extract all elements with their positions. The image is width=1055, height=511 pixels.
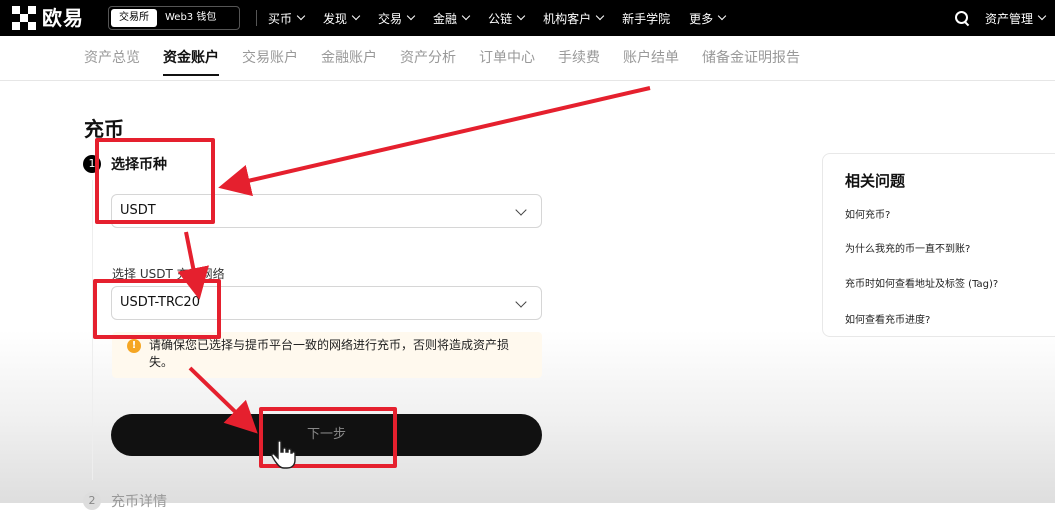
nav-label: 公链 <box>488 11 513 26</box>
tab-fees[interactable]: 手续费 <box>558 36 600 80</box>
step-1: 1 选择币种 <box>83 154 167 174</box>
chevron-down-icon <box>351 11 361 21</box>
step-label: 充币详情 <box>111 494 167 510</box>
network-select-value: USDT-TRC20 <box>120 295 200 310</box>
next-step-button[interactable]: 下一步 <box>111 414 542 456</box>
nav-finance[interactable]: 金融 <box>433 10 471 27</box>
logo[interactable]: 欧易 <box>12 6 84 30</box>
coin-select[interactable]: USDT <box>111 194 542 228</box>
nav-label: 新手学院 <box>622 11 671 26</box>
nav-trade[interactable]: 交易 <box>378 10 416 27</box>
nav-public-chain[interactable]: 公链 <box>488 10 526 27</box>
tab-funding-account[interactable]: 资金账户 <box>163 36 219 80</box>
chevron-down-icon <box>595 11 605 21</box>
tab-trading-account[interactable]: 交易账户 <box>242 36 298 80</box>
warning-icon: ! <box>127 339 141 353</box>
nav-label: 发现 <box>323 11 348 26</box>
related-title: 相关问题 <box>845 172 906 190</box>
nav-label: 更多 <box>689 11 714 26</box>
network-warning: ! 请确保您已选择与提币平台一致的网络进行充币，否则将造成资产损失。 <box>112 332 542 378</box>
main-nav: 买币 发现 交易 金融 公链 机构客户 新手学院 更多 <box>268 0 744 36</box>
nav-label: 交易 <box>378 11 403 26</box>
top-right-actions: 资产管理 <box>954 0 1047 36</box>
chevron-down-icon <box>515 296 527 308</box>
faq-link-address-and-tag[interactable]: 充币时如何查看地址及标签 (Tag)? <box>845 275 998 290</box>
account-subnav: 资产总览 资金账户 交易账户 金融账户 资产分析 订单中心 手续费 账户结单 储… <box>0 36 1055 81</box>
warning-text: 请确保您已选择与提币平台一致的网络进行充币，否则将造成资产损失。 <box>149 338 510 369</box>
nav-discover[interactable]: 发现 <box>323 10 361 27</box>
chevron-down-icon <box>515 204 527 216</box>
related-questions-panel: 相关问题 如何充币? 为什么我充的币一直不到账? 充币时如何查看地址及标签 (T… <box>822 153 1055 337</box>
step-connector <box>92 180 93 480</box>
tab-asset-analysis[interactable]: 资产分析 <box>400 36 456 80</box>
tab-asset-overview[interactable]: 资产总览 <box>84 36 140 80</box>
nav-label: 机构客户 <box>543 11 592 26</box>
asset-management-menu[interactable]: 资产管理 <box>984 10 1047 27</box>
chevron-down-icon <box>296 11 306 21</box>
okx-logo-icon <box>12 6 36 30</box>
chevron-down-icon <box>717 11 727 21</box>
nav-academy[interactable]: 新手学院 <box>622 10 670 27</box>
exchange-tab[interactable]: 交易所 <box>111 9 157 27</box>
step-number: 2 <box>83 492 101 510</box>
tab-statements[interactable]: 账户结单 <box>623 36 679 80</box>
arrow-to-network-select <box>177 231 209 300</box>
step-2: 2 充币详情 <box>83 491 167 511</box>
top-navigation-bar: 欧易 交易所 Web3 钱包 买币 发现 交易 金融 公链 机构客户 新手学院 … <box>0 0 1055 36</box>
nav-institutional[interactable]: 机构客户 <box>543 10 605 27</box>
web3-wallet-tab[interactable]: Web3 钱包 <box>157 9 224 27</box>
step-label: 选择币种 <box>111 157 167 173</box>
nav-label: 金融 <box>433 11 458 26</box>
chevron-down-icon <box>406 11 416 21</box>
step-number: 1 <box>83 155 101 173</box>
faq-link-deposit-not-arrived[interactable]: 为什么我充的币一直不到账? <box>845 240 970 255</box>
page-title: 充币 <box>84 117 124 141</box>
search-icon[interactable] <box>954 11 970 27</box>
chevron-down-icon <box>516 11 526 21</box>
brand-name: 欧易 <box>42 6 84 30</box>
nav-label: 买币 <box>268 11 293 26</box>
nav-buy-crypto[interactable]: 买币 <box>268 10 306 27</box>
network-label: 选择 USDT 充币网络 <box>112 267 225 281</box>
chevron-down-icon <box>1037 11 1047 21</box>
asset-management-label: 资产管理 <box>984 11 1033 26</box>
tab-proof-of-reserves[interactable]: 储备金证明报告 <box>702 36 800 80</box>
divider <box>256 10 257 26</box>
network-select[interactable]: USDT-TRC20 <box>111 286 542 320</box>
coin-select-value: USDT <box>120 203 156 218</box>
arrow-to-coin-select <box>218 86 651 197</box>
tab-order-center[interactable]: 订单中心 <box>479 36 535 80</box>
nav-more[interactable]: 更多 <box>689 10 727 27</box>
tab-finance-account[interactable]: 金融账户 <box>321 36 377 80</box>
chevron-down-icon <box>461 11 471 21</box>
faq-link-how-to-deposit[interactable]: 如何充币? <box>845 206 890 221</box>
faq-link-deposit-progress[interactable]: 如何查看充币进度? <box>845 311 930 326</box>
platform-switcher: 交易所 Web3 钱包 <box>108 6 240 30</box>
